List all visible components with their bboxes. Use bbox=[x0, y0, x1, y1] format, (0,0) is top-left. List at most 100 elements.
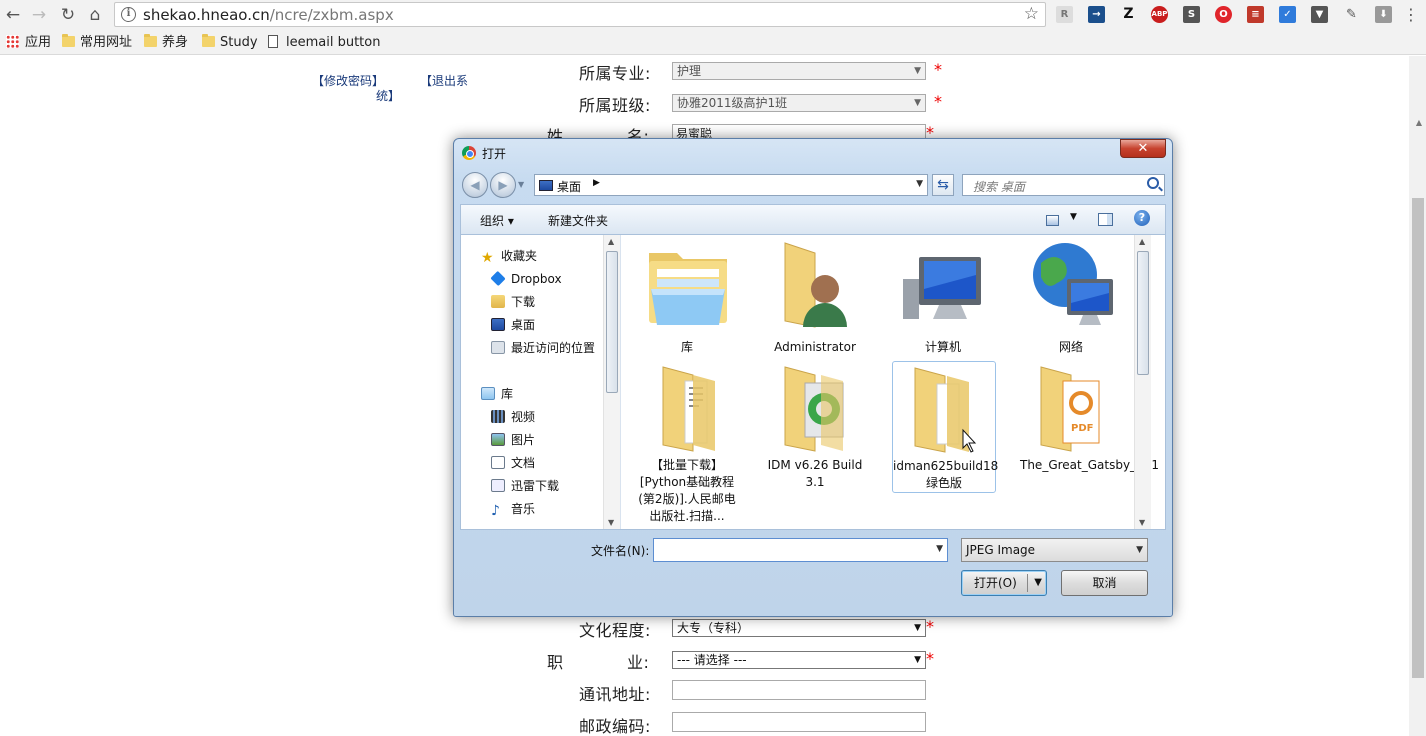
search-icon[interactable] bbox=[1147, 177, 1159, 189]
nav-item-recent[interactable]: 最近访问的位置 bbox=[491, 339, 595, 357]
major-select[interactable]: 护理 ▼ bbox=[672, 62, 926, 80]
file-type-select[interactable]: JPEG Image ▼ bbox=[961, 538, 1148, 562]
address-input[interactable] bbox=[672, 680, 926, 700]
extension-r-icon[interactable]: R bbox=[1056, 6, 1073, 23]
back-arrow-icon: ◀ bbox=[470, 178, 480, 192]
open-button[interactable]: 打开(O) ▼ bbox=[961, 570, 1047, 596]
extension-s-icon[interactable]: S bbox=[1183, 6, 1200, 23]
address-label: 通讯地址: bbox=[579, 685, 651, 704]
extension-arrow-icon[interactable]: → bbox=[1088, 6, 1105, 23]
xunlei-icon bbox=[491, 479, 505, 492]
close-button[interactable]: ✕ bbox=[1120, 139, 1166, 158]
job-select[interactable]: --- 请选择 --- ▼ bbox=[672, 651, 926, 669]
location-breadcrumb[interactable]: 桌面 ▶ ▼ bbox=[534, 174, 928, 196]
svg-text:PDF: PDF bbox=[1071, 423, 1093, 434]
file-label: Administrator bbox=[774, 340, 856, 354]
search-placeholder: 搜索 桌面 bbox=[973, 180, 1025, 194]
page-scroll-thumb[interactable] bbox=[1412, 198, 1424, 678]
file-item-network[interactable]: 网络 bbox=[1020, 239, 1124, 357]
pocket-icon[interactable]: ▼ bbox=[1311, 6, 1328, 23]
nav-item-dropbox[interactable]: Dropbox bbox=[490, 270, 562, 288]
nav-item-favorites[interactable]: ★ 收藏夹 bbox=[481, 247, 537, 265]
bookmark-folder-common[interactable]: 常用网址 bbox=[62, 34, 132, 51]
reload-icon[interactable]: ↻ bbox=[57, 4, 79, 26]
file-item-python-book[interactable]: 【批量下载】[Python基础教程(第2版)].人民邮电出版社.扫描... bbox=[636, 361, 740, 525]
file-item-idman-green[interactable]: idman625build18绿色版 bbox=[892, 361, 999, 493]
search-box[interactable]: 搜索 桌面 bbox=[962, 174, 1165, 196]
scroll-up-icon[interactable]: ▲ bbox=[1416, 118, 1422, 127]
adblock-icon[interactable]: ABP bbox=[1151, 6, 1168, 23]
back-icon[interactable]: ← bbox=[2, 4, 24, 26]
navigation-pane-scrollbar[interactable]: ▲ ▼ bbox=[603, 235, 620, 529]
dialog-navigation-bar: ◀ ▶ ▼ 桌面 ▶ ▼ ⇆ 搜索 桌面 bbox=[460, 170, 1166, 200]
extension-puzzle-icon[interactable]: ✎ bbox=[1343, 6, 1360, 23]
nav-item-downloads[interactable]: 下载 bbox=[491, 293, 535, 311]
forward-button[interactable]: ▶ bbox=[490, 172, 516, 198]
shield-icon[interactable]: ✓ bbox=[1279, 6, 1296, 23]
chevron-down-icon: ▼ bbox=[914, 623, 921, 633]
address-bar[interactable]: i shekao.hneao.cn/ncre/zxbm.aspx ☆ bbox=[114, 2, 1046, 27]
bookmark-star-icon[interactable]: ☆ bbox=[1024, 4, 1039, 24]
bookmark-apps[interactable]: 应用 bbox=[6, 34, 51, 51]
site-info-icon[interactable]: i bbox=[121, 7, 136, 22]
scroll-up-icon[interactable]: ▲ bbox=[1139, 237, 1145, 246]
cancel-button[interactable]: 取消 bbox=[1061, 570, 1148, 596]
open-options-dropdown-icon[interactable]: ▼ bbox=[1034, 571, 1042, 595]
scroll-down-icon[interactable]: ▼ bbox=[608, 518, 614, 527]
home-icon[interactable]: ⌂ bbox=[84, 4, 106, 26]
change-password-link[interactable]: 【修改密码】 bbox=[312, 72, 384, 89]
navigation-pane-scroll-thumb[interactable] bbox=[606, 251, 618, 393]
filename-input[interactable]: ▼ bbox=[653, 538, 948, 562]
filename-label: 文件名(N): bbox=[591, 544, 650, 558]
new-folder-button[interactable]: 新建文件夹 bbox=[548, 212, 608, 229]
breadcrumb-desktop[interactable]: 桌面 bbox=[557, 178, 581, 195]
nav-item-pictures[interactable]: 图片 bbox=[491, 431, 535, 449]
nav-item-music[interactable]: ♪ 音乐 bbox=[491, 500, 535, 518]
file-item-computer[interactable]: 计算机 bbox=[892, 239, 996, 357]
file-item-idm[interactable]: IDM v6.26 Build 3.1 bbox=[764, 361, 868, 525]
view-options-dropdown-icon[interactable]: ▼ bbox=[1070, 212, 1077, 222]
file-label: idman625build18绿色版 bbox=[893, 459, 999, 490]
recent-locations-dropdown-icon[interactable]: ▼ bbox=[518, 180, 524, 189]
logout-link[interactable]: 【退出系 bbox=[420, 72, 468, 89]
forward-icon[interactable]: → bbox=[28, 4, 50, 26]
folder-icon bbox=[662, 366, 715, 452]
class-select[interactable]: 协雅2011级高护1班 ▼ bbox=[672, 94, 926, 112]
file-item-library[interactable]: 库 bbox=[636, 239, 740, 357]
library-icon bbox=[481, 387, 495, 400]
nav-item-documents[interactable]: 文档 bbox=[491, 454, 535, 472]
star-icon: ★ bbox=[481, 250, 494, 266]
scroll-down-icon[interactable]: ▼ bbox=[1139, 518, 1145, 527]
file-list-scrollbar[interactable]: ▲ ▼ bbox=[1134, 235, 1151, 529]
nav-item-desktop[interactable]: 桌面 bbox=[491, 316, 535, 334]
logout-link-continued[interactable]: 统】 bbox=[376, 87, 400, 104]
nav-item-videos[interactable]: 视频 bbox=[491, 408, 535, 426]
file-item-administrator[interactable]: Administrator bbox=[764, 239, 868, 357]
chevron-down-icon[interactable]: ▼ bbox=[936, 544, 943, 554]
file-list-scroll-thumb[interactable] bbox=[1137, 251, 1149, 375]
extension-z-icon[interactable]: Z bbox=[1120, 6, 1137, 23]
menu-icon[interactable]: ⋮ bbox=[1400, 4, 1422, 26]
file-item-great-gatsby[interactable]: PDF The_Great_Gatsby_431 bbox=[1020, 361, 1159, 525]
bookmark-folder-study[interactable]: Study bbox=[202, 34, 258, 51]
scroll-up-icon[interactable]: ▲ bbox=[608, 237, 614, 246]
back-button[interactable]: ◀ bbox=[462, 172, 488, 198]
nav-item-xunlei[interactable]: 迅雷下载 bbox=[491, 477, 559, 495]
organize-button[interactable]: 组织 ▾ bbox=[480, 212, 514, 229]
nav-item-libraries[interactable]: 库 bbox=[481, 385, 513, 403]
opera-icon[interactable]: O bbox=[1215, 6, 1232, 23]
extension-notes-icon[interactable]: ≡ bbox=[1247, 6, 1264, 23]
bookmark-leemail[interactable]: leemail button bbox=[268, 34, 380, 51]
refresh-button[interactable]: ⇆ bbox=[932, 174, 954, 196]
preview-pane-icon[interactable] bbox=[1098, 213, 1113, 226]
url-text[interactable]: shekao.hneao.cn/ncre/zxbm.aspx bbox=[143, 6, 394, 24]
bookmark-folder-health[interactable]: 养身 bbox=[144, 34, 188, 51]
education-select[interactable]: 大专（专科） ▼ bbox=[672, 619, 926, 637]
change-view-icon[interactable] bbox=[1046, 215, 1059, 226]
file-label: 【批量下载】[Python基础教程(第2版)].人民邮电出版社.扫描... bbox=[638, 458, 736, 523]
zip-input[interactable] bbox=[672, 712, 926, 732]
chevron-down-icon[interactable]: ▼ bbox=[916, 179, 923, 189]
help-icon[interactable]: ? bbox=[1134, 210, 1150, 226]
extension-download-icon[interactable]: ⬇ bbox=[1375, 6, 1392, 23]
breadcrumb-arrow-icon[interactable]: ▶ bbox=[593, 178, 600, 188]
